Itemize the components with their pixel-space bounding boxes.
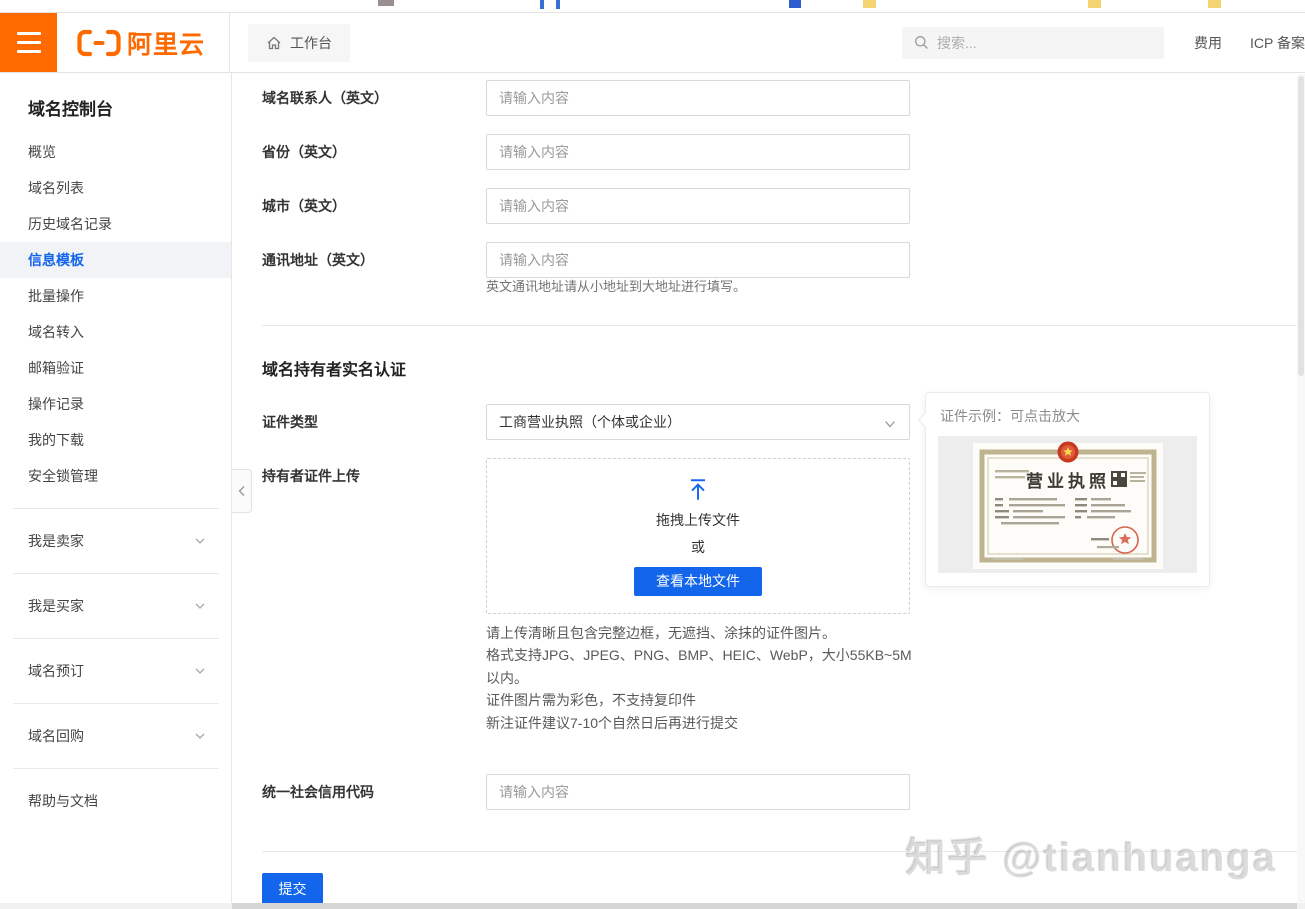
province-en-input[interactable]: [486, 134, 910, 170]
workbench-label: 工作台: [290, 33, 332, 53]
upload-note-line: 新注证件建议7-10个自然日后再进行提交: [486, 712, 916, 734]
sidebar-group-label: 帮助与文档: [28, 791, 98, 811]
horizontal-scrollbar[interactable]: [0, 903, 1305, 909]
upload-drag-text: 拖拽上传文件: [656, 510, 740, 530]
address-help-text: 英文通讯地址请从小地址到大地址进行填写。: [486, 276, 1305, 295]
bookmark-favicon[interactable]: [1208, 0, 1221, 8]
sidebar-item-domain-transfer-in[interactable]: 域名转入: [0, 314, 231, 350]
business-license-graphic: 营业执照: [973, 440, 1163, 569]
sidebar-group-label: 我是买家: [28, 596, 84, 616]
bookmark-favicon[interactable]: [556, 0, 560, 9]
sidebar: 域名控制台 概览 域名列表 历史域名记录 信息模板 批量操作 域名转入 邮箱验证…: [0, 73, 232, 909]
chevron-down-icon: [193, 534, 207, 548]
sidebar-divider: [13, 703, 219, 704]
city-en-input[interactable]: [486, 188, 910, 224]
sidebar-item-help-docs[interactable]: 帮助与文档: [0, 783, 231, 819]
cert-example-title[interactable]: 证件示例：可点击放大: [926, 393, 1209, 436]
aliyun-logo[interactable]: 阿里云: [57, 13, 230, 73]
aliyun-logo-text: 阿里云: [127, 25, 205, 61]
sidebar-item-overview[interactable]: 概览: [0, 134, 231, 170]
vertical-scrollbar-thumb[interactable]: [1298, 76, 1304, 376]
form-row-province-en: 省份（英文）: [262, 134, 1305, 170]
upload-notes: 请上传清晰且包含完整边框，无遮挡、涂抹的证件图片。 格式支持JPG、JPEG、P…: [486, 622, 916, 734]
sidebar-item-batch-ops[interactable]: 批量操作: [0, 278, 231, 314]
sidebar-group-label: 域名预订: [28, 661, 84, 681]
form-row-contact-en: 域名联系人（英文）: [262, 80, 1305, 116]
cert-upload-dropzone[interactable]: 拖拽上传文件 或 查看本地文件: [486, 458, 910, 614]
upload-note-line: 请上传清晰且包含完整边框，无遮挡、涂抹的证件图片。: [486, 622, 916, 644]
cert-type-value: 工商营业执照（个体或企业）: [499, 412, 681, 432]
field-label: 域名联系人（英文）: [262, 80, 486, 116]
sidebar-item-my-downloads[interactable]: 我的下载: [0, 422, 231, 458]
bookmark-favicon[interactable]: [863, 0, 876, 8]
chevron-down-icon: [193, 664, 207, 678]
chevron-down-icon: [883, 417, 897, 431]
sidebar-item-history[interactable]: 历史域名记录: [0, 206, 231, 242]
bookmark-favicon[interactable]: [1088, 0, 1101, 8]
search-placeholder: 搜索...: [937, 33, 977, 53]
sidebar-title: 域名控制台: [0, 95, 231, 134]
search-input[interactable]: 搜索...: [902, 27, 1164, 59]
chevron-down-icon: [193, 729, 207, 743]
sidebar-divider: [13, 573, 219, 574]
sidebar-divider: [13, 508, 219, 509]
field-label: 城市（英文）: [262, 188, 486, 224]
sidebar-divider: [13, 638, 219, 639]
upload-icon: [685, 477, 711, 503]
bookmark-favicon[interactable]: [540, 0, 544, 9]
browser-bookmarks-strip: [0, 0, 1305, 13]
cert-type-select[interactable]: 工商营业执照（个体或企业）: [486, 404, 910, 440]
browse-local-files-button[interactable]: 查看本地文件: [634, 567, 762, 596]
address-en-input[interactable]: [486, 242, 910, 278]
sidebar-group-domain-reserve[interactable]: 域名预订: [0, 653, 231, 689]
console-header: 阿里云 工作台 搜索... 费用 ICP 备案: [0, 13, 1305, 73]
sidebar-item-info-template[interactable]: 信息模板: [0, 242, 231, 278]
field-label: 持有者证件上传: [262, 458, 486, 494]
sidebar-group-seller[interactable]: 我是卖家: [0, 523, 231, 559]
bookmark-favicon[interactable]: [378, 0, 394, 6]
upload-note-line: 格式支持JPG、JPEG、PNG、BMP、HEIC、WebP，大小55KB~5M…: [486, 644, 916, 689]
content-area: 域名联系人（英文） 省份（英文） 城市（英文） 通讯地址（英文） 英文通讯地址请…: [232, 73, 1305, 909]
icp-link[interactable]: ICP 备案: [1250, 33, 1305, 53]
upload-note-line: 证件图片需为彩色，不支持复印件: [486, 689, 916, 711]
upload-or-text: 或: [691, 537, 705, 557]
chevron-left-icon: [237, 485, 247, 497]
sidebar-item-domain-list[interactable]: 域名列表: [0, 170, 231, 206]
cert-example-image[interactable]: 营业执照: [938, 436, 1197, 573]
field-label: 省份（英文）: [262, 134, 486, 170]
realname-section-title: 域名持有者实名认证: [262, 356, 1305, 380]
form-row-credit-code: 统一社会信用代码: [262, 774, 1305, 810]
hamburger-menu-button[interactable]: [0, 13, 57, 73]
field-label: 证件类型: [262, 404, 486, 440]
aliyun-logo-icon: [77, 29, 121, 57]
cert-example-popover: 证件示例：可点击放大 营业执照: [925, 392, 1210, 587]
sidebar-divider: [13, 768, 219, 769]
field-label: 通讯地址（英文）: [262, 242, 486, 278]
horizontal-scrollbar-thumb[interactable]: [232, 903, 1297, 909]
contact-en-input[interactable]: [486, 80, 910, 116]
credit-code-input[interactable]: [486, 774, 910, 810]
workbench-button[interactable]: 工作台: [248, 24, 350, 62]
sidebar-item-security-lock[interactable]: 安全锁管理: [0, 458, 231, 494]
license-title-text: 营业执照: [1026, 471, 1110, 491]
sidebar-group-domain-buyback[interactable]: 域名回购: [0, 718, 231, 754]
field-label: 统一社会信用代码: [262, 774, 486, 810]
submit-button[interactable]: 提交: [262, 873, 323, 906]
bookmark-favicon[interactable]: [789, 0, 801, 8]
billing-link[interactable]: 费用: [1194, 33, 1222, 53]
vertical-scrollbar[interactable]: [1297, 74, 1305, 903]
chevron-down-icon: [193, 599, 207, 613]
sidebar-group-label: 我是卖家: [28, 531, 84, 551]
sidebar-group-label: 域名回购: [28, 726, 84, 746]
form-row-address-en: 通讯地址（英文）: [262, 242, 1305, 278]
sidebar-item-operation-log[interactable]: 操作记录: [0, 386, 231, 422]
sidebar-collapse-handle[interactable]: [232, 469, 252, 513]
page: 阿里云 工作台 搜索... 费用 ICP 备案 域名控制台 概览: [0, 0, 1305, 909]
form-row-city-en: 城市（英文）: [262, 188, 1305, 224]
sidebar-item-email-verify[interactable]: 邮箱验证: [0, 350, 231, 386]
search-icon: [914, 35, 929, 50]
section-divider: [262, 325, 1297, 326]
home-icon: [266, 35, 282, 51]
sidebar-group-buyer[interactable]: 我是买家: [0, 588, 231, 624]
